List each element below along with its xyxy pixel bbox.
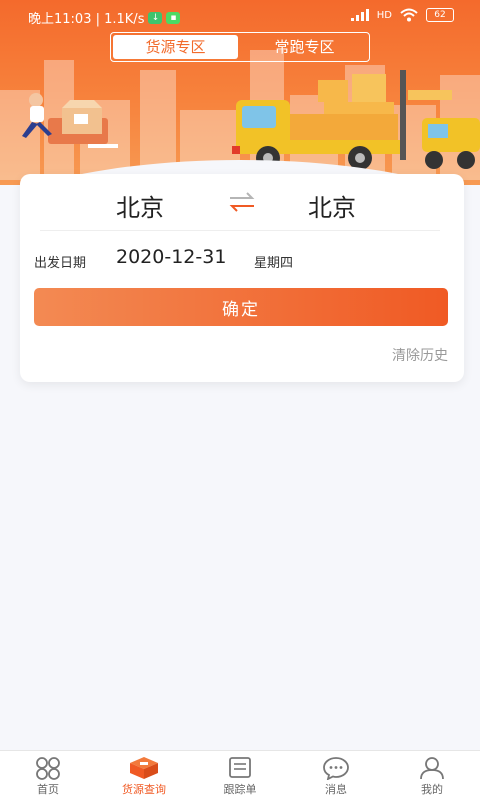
download-icon: ↓ [148, 11, 163, 24]
divider [40, 230, 440, 231]
battery-icon: 62 [426, 8, 454, 22]
signal-icon [350, 9, 369, 21]
swap-icon[interactable] [226, 190, 258, 214]
tab-frequent-route-zone[interactable]: 常跑专区 [242, 35, 367, 59]
app-screen: 晚上11:03 | 1.1K/s ↓ ▪ HD 62 货源专区 常跑专区 北京 [0, 0, 480, 800]
to-city[interactable]: 北京 [308, 188, 356, 223]
nav-home[interactable]: 首页 [0, 751, 96, 800]
nav-label-cargo-search: 货源查询 [122, 783, 166, 796]
home-grid-icon [36, 757, 60, 780]
zone-tabs: 货源专区 常跑专区 [110, 32, 370, 62]
nav-label-tracking: 跟踪单 [223, 783, 257, 796]
document-icon [229, 757, 251, 778]
weekday-label: 星期四 [254, 256, 294, 271]
nav-label-home: 首页 [37, 783, 59, 796]
search-card: 北京 北京 出发日期 2020-12-31 星期四 确定 清除历史 [20, 174, 464, 382]
nav-tracking[interactable]: 跟踪单 [192, 751, 288, 800]
clear-history-link[interactable]: 清除历史 [392, 345, 448, 365]
departure-date-row[interactable]: 出发日期 2020-12-31 星期四 [34, 244, 454, 274]
route-selector: 北京 北京 [20, 174, 464, 230]
courier-illustration [22, 93, 118, 148]
user-icon [420, 757, 444, 780]
from-city[interactable]: 北京 [116, 188, 164, 223]
chat-bubble-icon [323, 757, 349, 780]
nav-profile[interactable]: 我的 [384, 751, 480, 800]
network-label: HD [376, 9, 392, 21]
status-bar: 晚上11:03 | 1.1K/s ↓ ▪ HD 62 [0, 0, 480, 32]
confirm-button[interactable]: 确定 [34, 288, 448, 326]
bottom-nav: 首页 货源查询 跟踪单 消息 我的 [0, 750, 480, 800]
nav-label-messages: 消息 [325, 783, 347, 796]
wifi-icon [400, 8, 418, 22]
truck-illustration [232, 70, 480, 170]
date-label: 出发日期 [34, 256, 87, 271]
nav-messages[interactable]: 消息 [288, 751, 384, 800]
tab-cargo-zone[interactable]: 货源专区 [113, 35, 238, 59]
app-notification-icon: ▪ [166, 11, 181, 24]
status-time: 晚上11:03 | 1.1K/s [28, 12, 145, 27]
nav-cargo-search[interactable]: 货源查询 [96, 751, 192, 800]
date-value: 2020-12-31 [116, 246, 227, 268]
nav-label-profile: 我的 [421, 783, 443, 796]
cargo-box-icon [130, 757, 158, 779]
